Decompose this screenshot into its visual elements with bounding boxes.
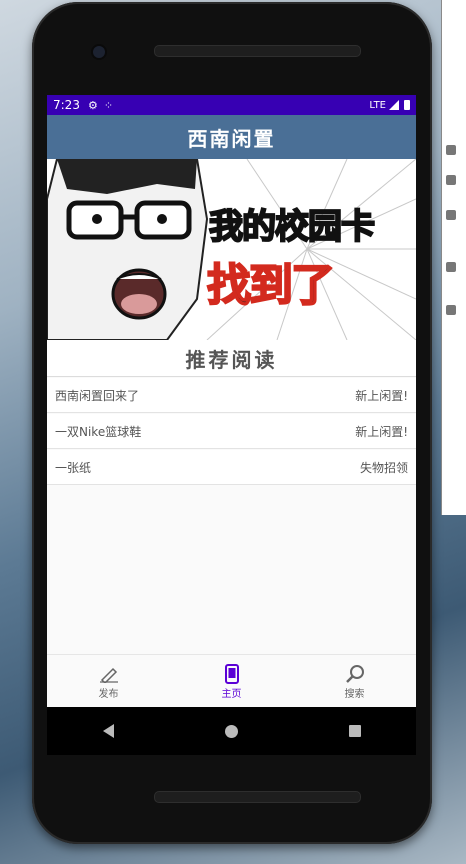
banner-text-line1: 我的校园卡 bbox=[208, 206, 376, 248]
panel-icon bbox=[446, 175, 456, 185]
system-navigation-bar bbox=[47, 707, 416, 755]
nav-label-home: 主页 bbox=[221, 688, 242, 700]
panel-icon bbox=[446, 210, 456, 220]
status-bar: 7:23 ⚙ ⁘ LTE bbox=[47, 95, 416, 115]
list-item-tag: 失物招领 bbox=[359, 460, 408, 475]
list-item-tag: 新上闲置! bbox=[355, 388, 408, 403]
signal-icon bbox=[389, 100, 399, 110]
nav-label-publish: 发布 bbox=[98, 688, 119, 700]
notification-dots-icon: ⁘ bbox=[103, 98, 114, 112]
home-icon[interactable] bbox=[224, 724, 238, 738]
article-list: 西南闲置回来了 新上闲置! 一双Nike篮球鞋 新上闲置! 一张纸 失物招领 bbox=[47, 378, 416, 485]
list-item-title: 一双Nike篮球鞋 bbox=[55, 424, 142, 439]
banner-text-line2: 找到了 bbox=[206, 259, 336, 312]
emulator-device-frame: 7:23 ⚙ ⁘ LTE 西南闲置 我的校园卡 找到了 推荐阅读 西南闲置回来了… bbox=[32, 2, 432, 844]
bottom-navigation: 发布 主页 搜索 bbox=[47, 654, 416, 707]
nav-item-search[interactable]: 搜索 bbox=[293, 655, 416, 707]
list-item-title: 西南闲置回来了 bbox=[55, 388, 140, 403]
nav-label-search: 搜索 bbox=[344, 688, 365, 700]
list-item[interactable]: 一双Nike篮球鞋 新上闲置! bbox=[47, 414, 416, 449]
nav-item-publish[interactable]: 发布 bbox=[47, 655, 170, 707]
panel-icon bbox=[446, 305, 456, 315]
list-item-title: 一张纸 bbox=[55, 460, 92, 475]
battery-icon bbox=[404, 100, 410, 110]
section-title: 推荐阅读 bbox=[47, 340, 416, 377]
app-title: 西南闲置 bbox=[187, 126, 276, 151]
status-time: 7:23 bbox=[53, 98, 80, 112]
phone-icon bbox=[224, 663, 239, 685]
back-icon[interactable] bbox=[102, 724, 114, 738]
panel-icon bbox=[446, 145, 456, 155]
nav-item-home[interactable]: 主页 bbox=[170, 655, 293, 707]
banner-image[interactable]: 我的校园卡 找到了 bbox=[47, 159, 416, 340]
recents-icon[interactable] bbox=[348, 725, 361, 737]
app-screen: 7:23 ⚙ ⁘ LTE 西南闲置 我的校园卡 找到了 推荐阅读 西南闲置回来了… bbox=[47, 95, 416, 707]
list-item-tag: 新上闲置! bbox=[355, 424, 408, 439]
network-type: LTE bbox=[369, 99, 386, 111]
front-camera bbox=[93, 46, 105, 58]
panel-icon bbox=[446, 262, 456, 272]
search-icon bbox=[345, 663, 365, 685]
background-window-panel bbox=[441, 0, 466, 515]
list-item[interactable]: 一张纸 失物招领 bbox=[47, 450, 416, 485]
pen-icon bbox=[99, 663, 119, 685]
list-item[interactable]: 西南闲置回来了 新上闲置! bbox=[47, 378, 416, 413]
top-speaker-grille bbox=[154, 45, 361, 57]
settings-gear-icon: ⚙ bbox=[87, 98, 98, 112]
app-bar: 西南闲置 bbox=[47, 115, 416, 159]
bottom-speaker-grille bbox=[154, 791, 361, 803]
